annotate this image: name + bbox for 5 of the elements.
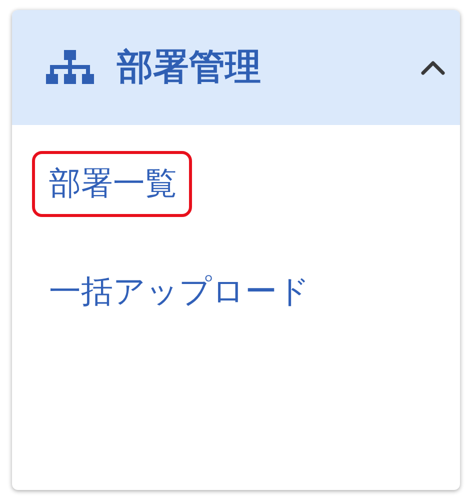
menu-header[interactable]: 部署管理 [12,10,460,125]
menu-link[interactable]: 部署一覧 [32,151,192,217]
menu-title: 部署管理 [117,46,262,90]
chevron-up-icon [420,60,446,76]
menu-link[interactable]: 一括アップロード [32,259,325,325]
